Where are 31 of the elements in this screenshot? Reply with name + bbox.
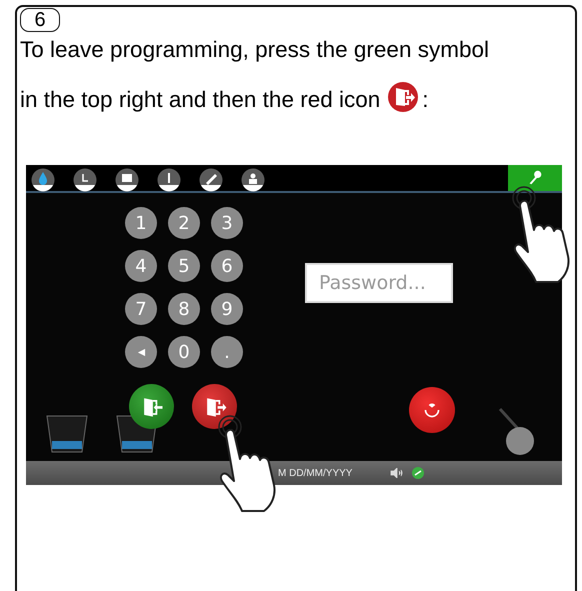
instruction-text: in the top right and then the red icon bbox=[20, 87, 380, 113]
speaker-icon bbox=[390, 468, 404, 478]
date-text: M DD/MM/YYYY bbox=[278, 468, 352, 478]
step-number: 6 bbox=[20, 8, 60, 32]
keypad-key[interactable]: 5 bbox=[168, 250, 200, 282]
keypad-key[interactable]: 3 bbox=[211, 207, 243, 239]
triangle-icon bbox=[136, 348, 146, 356]
person-icon[interactable] bbox=[241, 168, 265, 192]
status-dot-icon bbox=[412, 467, 424, 479]
colon-text: : bbox=[422, 87, 429, 113]
keypad-key[interactable]: 9 bbox=[211, 293, 243, 325]
enter-button[interactable] bbox=[129, 384, 174, 429]
keypad-key[interactable]: . bbox=[211, 336, 243, 368]
keypad-key[interactable]: 1 bbox=[125, 207, 157, 239]
reset-button[interactable] bbox=[409, 387, 455, 433]
key-button[interactable] bbox=[508, 165, 562, 191]
keypad-key[interactable]: 8 bbox=[168, 293, 200, 325]
instruction-text: To leave programming, press the green symbol bbox=[20, 36, 490, 64]
water-drop-icon[interactable] bbox=[31, 168, 55, 192]
exit-button[interactable] bbox=[192, 384, 237, 429]
password-field[interactable]: Password... bbox=[305, 263, 453, 303]
keypad-key[interactable]: 7 bbox=[125, 293, 157, 325]
backspace-key[interactable] bbox=[125, 336, 157, 368]
keypad-key[interactable]: 6 bbox=[211, 250, 243, 282]
keypad-key[interactable]: 2 bbox=[168, 207, 200, 239]
keypad-key[interactable]: 0 bbox=[168, 336, 200, 368]
clock-icon[interactable] bbox=[73, 168, 97, 192]
exit-icon bbox=[387, 81, 420, 113]
glass-drawing bbox=[46, 415, 88, 453]
keypad-key[interactable]: 4 bbox=[125, 250, 157, 282]
pencil-icon[interactable] bbox=[199, 168, 223, 192]
